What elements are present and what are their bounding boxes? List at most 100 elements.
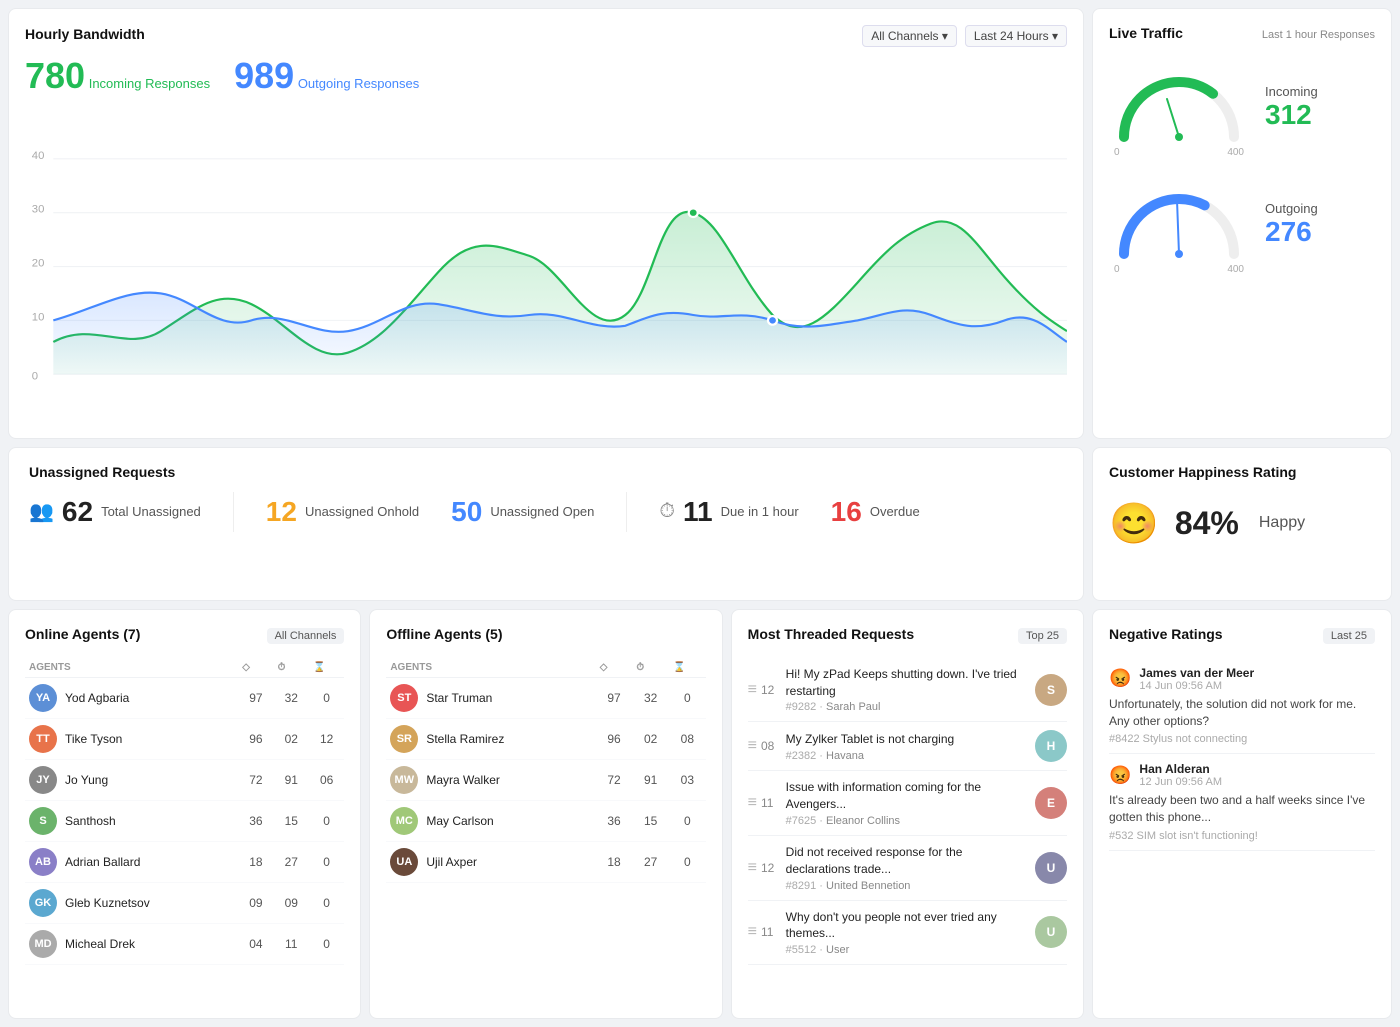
thread-avatar: U xyxy=(1035,852,1067,884)
live-traffic-title: Live Traffic xyxy=(1109,25,1183,41)
agent-v3: 0 xyxy=(669,677,706,718)
agent-v1: 96 xyxy=(238,718,273,759)
neg-header: Negative Ratings Last 25 xyxy=(1109,626,1375,646)
table-row: YA Yod Agbaria 97 32 0 xyxy=(25,677,344,718)
thread-num: 08 xyxy=(761,739,774,753)
online-agents-title: Online Agents (7) xyxy=(25,626,140,642)
offline-agents-card: Offline Agents (5) AGENTS ◇ ⏱ ⌛ ST Star … xyxy=(369,609,722,1019)
live-traffic-card: Live Traffic Last 1 hour Responses 0 40 xyxy=(1092,8,1392,439)
neg-name: Han Alderan xyxy=(1139,762,1222,776)
list-item: ≡ 12 Did not received response for the d… xyxy=(748,836,1067,901)
offline-agents-col1: AGENTS xyxy=(386,658,595,678)
neg-item-header: 😡 Han Alderan 12 Jun 09:56 AM xyxy=(1109,762,1375,788)
thread-lines-icon: ≡ xyxy=(748,923,757,941)
hourly-bandwidth-card: Hourly Bandwidth All Channels ▾ Last 24 … xyxy=(8,8,1084,439)
list-item: 😡 James van der Meer 14 Jun 09:56 AM Unf… xyxy=(1109,658,1375,755)
neg-text: It's already been two and a half weeks s… xyxy=(1109,792,1375,826)
thread-count: ≡ 12 xyxy=(748,681,776,699)
neg-date: 14 Jun 09:56 AM xyxy=(1139,680,1254,692)
agent-v1: 18 xyxy=(238,841,273,882)
thread-count: ≡ 12 xyxy=(748,859,776,877)
online-agents-header: Online Agents (7) All Channels xyxy=(25,626,344,646)
live-traffic-subtitle: Last 1 hour Responses xyxy=(1262,29,1375,41)
incoming-gauge-label: Incoming 312 xyxy=(1265,84,1375,131)
ur-due-num: 11 xyxy=(683,496,713,528)
offline-agents-col2: ◇ xyxy=(596,658,633,678)
table-row: SR Stella Ramirez 96 02 08 xyxy=(386,718,705,759)
agent-v3: 12 xyxy=(309,718,344,759)
thread-num: 11 xyxy=(761,796,773,810)
thread-info: Did not received response for the declar… xyxy=(786,844,1025,892)
ch-content: 😊 84% Happy xyxy=(1109,500,1375,547)
time-dropdown[interactable]: Last 24 Hours ▾ xyxy=(965,25,1067,47)
outgoing-gauge-title: Outgoing xyxy=(1265,201,1375,216)
incoming-gauge-num: 312 xyxy=(1265,99,1375,131)
agent-v3: 0 xyxy=(669,800,706,841)
neg-badge: Last 25 xyxy=(1323,628,1375,644)
agent-name: Mayra Walker xyxy=(426,773,500,787)
agent-name-cell: AB Adrian Ballard xyxy=(25,841,238,882)
neg-item-header: 😡 James van der Meer 14 Jun 09:56 AM xyxy=(1109,666,1375,692)
outgoing-gauge: 0 400 Outgoing 276 xyxy=(1109,174,1375,275)
gauge-container: 0 400 Incoming 312 xyxy=(1109,57,1375,275)
incoming-gauge-minmax: 0 400 xyxy=(1114,147,1244,158)
agent-v2: 27 xyxy=(632,841,669,882)
thread-title: My Zylker Tablet is not charging xyxy=(786,731,1025,748)
thread-agent: Eleanor Collins xyxy=(826,815,900,827)
agent-v1: 09 xyxy=(238,882,273,923)
negative-ratings-card: Negative Ratings Last 25 😡 James van der… xyxy=(1092,609,1392,1019)
avatar: MW xyxy=(390,766,418,794)
agent-name-cell: TT Tike Tyson xyxy=(25,718,238,759)
list-item: 😡 Han Alderan 12 Jun 09:56 AM It's alrea… xyxy=(1109,754,1375,851)
agent-v3: 0 xyxy=(309,677,344,718)
channels-dropdown[interactable]: All Channels ▾ xyxy=(862,25,957,47)
happiness-label: Happy xyxy=(1259,514,1305,532)
online-channels-badge: All Channels xyxy=(267,628,345,644)
agent-name-cell: MC May Carlson xyxy=(386,800,595,841)
bandwidth-chart: 0 10 20 30 40 xyxy=(25,105,1067,385)
thread-lines-icon: ≡ xyxy=(748,737,757,755)
agent-name: Star Truman xyxy=(426,691,492,705)
ur-total-label: Total Unassigned xyxy=(101,504,201,519)
thread-title: Hi! My zPad Keeps shutting down. I've tr… xyxy=(786,666,1025,700)
neg-emoji: 😡 xyxy=(1109,668,1131,689)
thread-avatar: U xyxy=(1035,916,1067,948)
ur-overdue-num: 16 xyxy=(831,496,862,528)
agent-name: Tike Tyson xyxy=(65,732,122,746)
thread-agent: User xyxy=(826,944,849,956)
agent-name-cell: MD Micheal Drek xyxy=(25,923,238,964)
customer-happiness-title: Customer Happiness Rating xyxy=(1109,464,1296,480)
thread-count: ≡ 08 xyxy=(748,737,776,755)
ur-divider-1 xyxy=(233,492,234,532)
agent-name: Micheal Drek xyxy=(65,937,135,951)
thread-meta: #9282 · Sarah Paul xyxy=(786,701,1025,713)
agent-v3: 0 xyxy=(309,800,344,841)
neg-ticket: #532 SIM slot isn't functioning! xyxy=(1109,830,1375,842)
outgoing-gauge-minmax: 0 400 xyxy=(1114,264,1244,275)
svg-text:40: 40 xyxy=(32,150,45,162)
neg-title: Negative Ratings xyxy=(1109,626,1223,642)
agent-name: May Carlson xyxy=(426,814,493,828)
online-agents-card: Online Agents (7) All Channels AGENTS ◇ … xyxy=(8,609,361,1019)
ur-stats: 👥 62 Total Unassigned 12 Unassigned Onho… xyxy=(29,492,1063,532)
thread-title: Why don't you people not ever tried any … xyxy=(786,909,1025,943)
agent-name: Jo Yung xyxy=(65,773,108,787)
unassigned-title: Unassigned Requests xyxy=(29,464,175,480)
thread-avatar: S xyxy=(1035,674,1067,706)
agent-v3: 03 xyxy=(669,759,706,800)
threaded-title: Most Threaded Requests xyxy=(748,626,914,642)
threaded-list: ≡ 12 Hi! My zPad Keeps shutting down. I'… xyxy=(748,658,1067,965)
outgoing-gauge-label: Outgoing 276 xyxy=(1265,201,1375,248)
agent-name-cell: ST Star Truman xyxy=(386,677,595,718)
offline-agents-col3: ⏱ xyxy=(632,658,669,678)
ur-total-num: 62 xyxy=(62,496,93,528)
incoming-gauge: 0 400 Incoming 312 xyxy=(1109,57,1375,158)
incoming-label: Incoming Responses xyxy=(89,76,210,91)
ur-onhold: 12 Unassigned Onhold xyxy=(266,496,419,528)
thread-meta: #8291 · United Bennetion xyxy=(786,880,1025,892)
agent-name-cell: UA Ujil Axper xyxy=(386,841,595,882)
happiness-pct: 84% xyxy=(1175,505,1239,542)
thread-num: 12 xyxy=(761,683,774,697)
thread-meta: #7625 · Eleanor Collins xyxy=(786,815,1025,827)
incoming-num: 780 xyxy=(25,55,85,96)
